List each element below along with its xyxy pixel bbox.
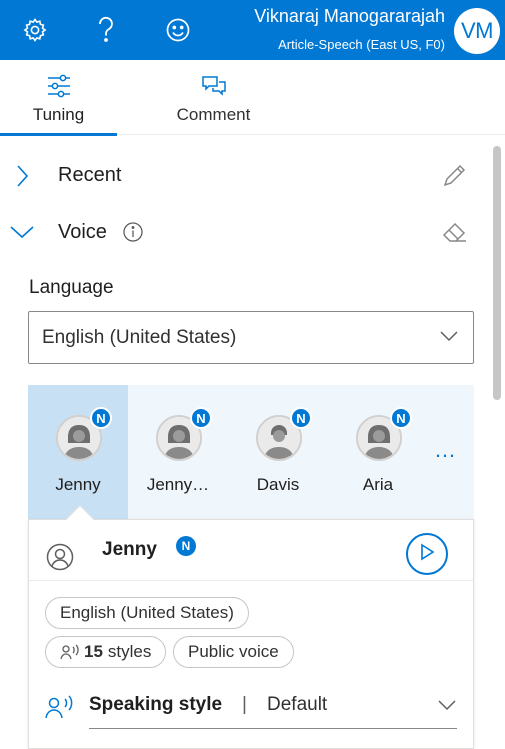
speaking-style-dropdown[interactable]: Speaking style | Default [45,688,459,732]
divider [29,580,473,581]
resource-label: Article-Speech (East US, F0) [278,37,445,52]
tab-comment[interactable]: Comment [155,60,272,134]
more-voices-button[interactable]: … [434,437,458,463]
person-icon [45,542,75,577]
voice-selector-strip: N Jenny N Jenny… N Davis N Aria … [28,385,474,519]
tab-tuning[interactable]: Tuning [0,60,117,136]
voice-tile-jenny[interactable]: N Jenny [28,385,128,519]
voice-detail-name: Jenny [102,539,157,560]
language-tag-label: English (United States) [60,603,234,622]
neural-badge: N [90,407,112,429]
voice-type-label: Public voice [188,642,279,661]
separator: | [242,694,247,715]
dropdown-underline [89,728,457,729]
chevron-down-icon [8,219,36,248]
styles-label: styles [107,642,152,661]
eraser-icon[interactable] [440,217,470,252]
language-dropdown[interactable]: English (United States) [28,311,474,364]
smiley-icon[interactable] [160,12,196,48]
gear-icon[interactable] [17,12,53,48]
play-sample-button[interactable] [406,533,448,575]
language-selected-value: English (United States) [42,327,237,348]
voice-tile-davis[interactable]: N Davis [228,385,328,519]
section-voice-title: Voice [58,221,107,243]
voice-detail-card: Jenny N English (United States) 15 style… [28,519,474,749]
chevron-down-icon [437,698,457,717]
play-icon [419,543,435,566]
info-icon[interactable] [122,221,144,248]
speaking-style-value: Default [267,694,328,715]
language-label: Language [29,277,114,298]
voice-name: Jenny [55,475,101,494]
neural-badge: N [390,407,412,429]
section-recent-header[interactable]: Recent [0,154,490,198]
section-voice-header[interactable]: Voice [0,211,490,255]
neural-badge: N [190,407,212,429]
speaking-person-icon [45,694,75,725]
tab-tuning-label: Tuning [32,105,85,124]
voice-name: Davis [256,475,300,494]
chevron-right-icon [12,162,32,195]
chevron-down-icon [439,329,459,348]
sliders-icon [46,73,72,99]
scrollbar-thumb[interactable] [493,146,501,400]
voice-tile-jenny-multilingual[interactable]: N Jenny… [128,385,228,519]
speaking-style-label: Speaking style [89,694,223,715]
section-recent-title: Recent [58,164,122,186]
neural-badge: N [290,407,312,429]
voice-tile-aria[interactable]: N Aria [328,385,428,519]
tab-bar: Tuning Comment [0,60,505,136]
user-name: Viknaraj Manogararajah [254,6,445,26]
top-header-bar: Viknaraj Manogararajah Article-Speech (E… [0,0,505,60]
voice-type-tag: Public voice [173,636,294,668]
tab-comment-label: Comment [176,105,251,124]
voice-name: Aria [362,475,394,494]
styles-tag: 15 styles [45,636,167,668]
pencil-icon[interactable] [440,160,470,195]
language-tag: English (United States) [45,597,249,629]
voice-name: Jenny… [146,475,210,494]
help-icon[interactable] [88,12,124,48]
user-avatar[interactable]: VM [454,8,500,54]
comment-icon [201,73,227,99]
styles-count: 15 [84,642,103,661]
styles-icon [60,643,80,661]
neural-badge: N [176,536,196,556]
active-tab-indicator [0,133,117,136]
